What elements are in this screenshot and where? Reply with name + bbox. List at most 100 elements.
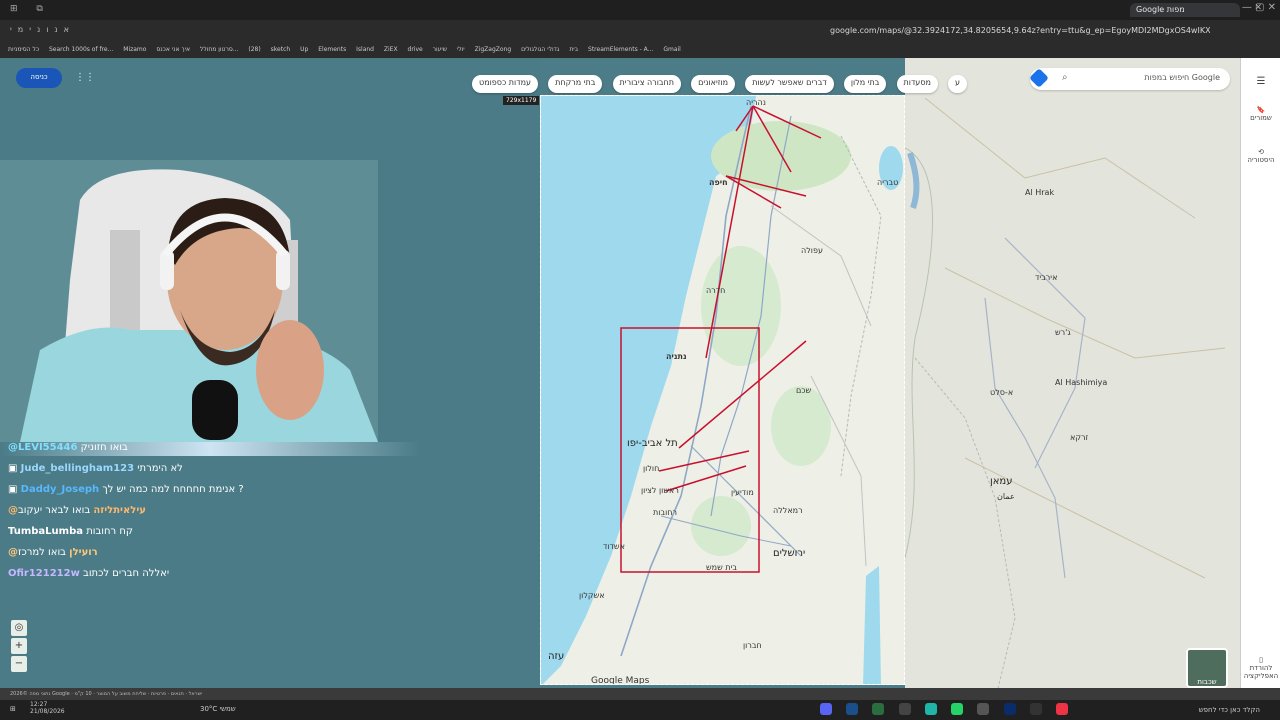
bookmark-item[interactable]: גדולי הגולגולים <box>521 46 559 53</box>
whatsapp-icon[interactable] <box>951 703 964 715</box>
chrome-icon[interactable] <box>1056 703 1069 715</box>
map-label-rehovot: רחובות <box>653 508 677 517</box>
url-field[interactable]: google.com/maps/@32.3924172,34.8205654,9… <box>830 26 1210 35</box>
bookmark-item[interactable]: Up <box>300 46 308 53</box>
map-label-ashdod: אשדוד <box>603 542 625 551</box>
get-app-label: להורדת האפליקציה <box>1243 664 1279 680</box>
map-label-as-salt: א-סלט <box>990 388 1014 397</box>
taskbar-search[interactable]: הקלד כאן כדי לחפש <box>1199 706 1260 714</box>
taskbar-apps <box>820 703 1080 717</box>
history-label: היסטוריה <box>1247 156 1275 164</box>
profile-icon[interactable]: אנונימי <box>10 25 75 34</box>
bookmark-icon: 🔖 <box>1256 106 1266 114</box>
apps-grid-icon[interactable]: ⋮⋮ <box>75 72 95 83</box>
map-label-amman-ar: عمان <box>997 492 1015 501</box>
window-controls[interactable]: — ▢ ✕ <box>1242 2 1276 13</box>
map-label-hadera: חדרה <box>706 286 726 295</box>
get-app-button[interactable]: ▯ להורדת האפליקציה <box>1241 656 1280 680</box>
chip-things-to-do[interactable]: דברים שאפשר לעשות <box>745 75 834 93</box>
map-label-jerusalem: ירושלים <box>773 548 806 559</box>
zoom-in-button[interactable]: + <box>11 638 27 654</box>
photoshop-icon[interactable] <box>1003 703 1016 715</box>
discord-icon[interactable] <box>820 703 832 715</box>
start-button[interactable]: ⊞ <box>10 705 16 713</box>
maps-viewport[interactable]: Al Hrak אירביד ג'רש א-סלט Al Hashimiya ז… <box>0 58 1280 701</box>
chip-hotels[interactable]: בתי מלון <box>843 75 887 93</box>
layers-button[interactable]: שכבות <box>1186 648 1228 688</box>
maps-side-panel: ☰ 🔖 שמורים ⟲ היסטוריה ▯ להורדת האפליקציה <box>1240 58 1280 701</box>
chat-text: בואו למרכז <box>18 547 66 558</box>
bookmark-item[interactable]: שיעור <box>433 46 447 53</box>
windows-taskbar: ⊞ 12:27 21/08/2026 30°C שמשי הקלד כאן כד… <box>0 700 1280 720</box>
chat-text: קח רחובות <box>86 526 133 537</box>
obs-icon[interactable] <box>1029 703 1042 715</box>
bookmark-item[interactable]: איך אני אכנס <box>156 46 190 53</box>
zoom-out-button[interactable]: − <box>11 656 27 672</box>
premiere-icon[interactable] <box>846 703 859 715</box>
chat-username: @LEVI55446 <box>8 442 78 453</box>
chip-back[interactable]: ע <box>948 75 968 93</box>
map-label-ramallah: רמאללה <box>773 506 803 515</box>
bookmark-item[interactable]: Island <box>356 46 374 53</box>
chip-museums[interactable]: מוזיאונים <box>691 75 736 93</box>
bookmark-item[interactable]: Mizamo <box>123 46 146 53</box>
map-label-irbid: אירביד <box>1035 273 1058 282</box>
chat-message: @LEVI55446 בואו חזוניק <box>8 442 128 453</box>
map-label-amman: עמאן <box>990 476 1013 487</box>
category-chips: עמדות כספומט בתי מרקחת תחבורה ציבורית מו… <box>472 70 972 93</box>
tab-google-maps[interactable]: Google מפות <box>1130 3 1240 17</box>
bookmarks-bar: כל הסימניות Search 1000s of fre... Mizam… <box>0 42 1280 58</box>
chat-username: Daddy_Joseph <box>20 484 100 495</box>
window-menu-icon[interactable]: ⊞ ⧉ <box>10 4 51 14</box>
bookmark-item[interactable]: sketch <box>271 46 291 53</box>
selection-size-tag: 729x1179 <box>503 96 540 105</box>
taskbar-clock: 12:27 21/08/2026 <box>30 701 65 715</box>
history-button[interactable]: ⟲ היסטוריה <box>1241 148 1280 164</box>
map-label-netanya: נתניה <box>666 352 687 361</box>
map-israel-region[interactable]: נהריה חיפה טבריה עפולה חדרה נתניה שכם תל… <box>540 95 905 685</box>
stream-chat: @LEVI55446 בואו חזוניק ▣ Jude_bellingham… <box>0 442 420 592</box>
bookmark-item[interactable]: ZigZagZong <box>475 46 512 53</box>
chip-transit[interactable]: תחבורה ציבורית <box>612 75 682 93</box>
browser-titlebar: ⊞ ⧉ + Google מפות ✕ — ▢ ✕ <box>0 0 1280 20</box>
saved-label: שמורים <box>1250 114 1272 122</box>
map-east-area[interactable]: Al Hrak אירביד ג'רש א-סלט Al Hashimiya ז… <box>905 58 1240 701</box>
bookmark-item[interactable]: drive <box>408 46 423 53</box>
maps-search-input[interactable]: חיפוש במפות Google <box>1030 68 1230 90</box>
weather-widget[interactable]: 30°C שמשי <box>200 705 236 713</box>
bookmark-item[interactable]: Gmail <box>663 46 681 53</box>
chat-text: אנימת חחחחח למה כמה יש לך ? <box>102 484 244 495</box>
my-location-button[interactable]: ◎ <box>11 620 27 636</box>
sign-in-button[interactable]: כניסה <box>16 68 62 88</box>
bookmark-all[interactable]: כל הסימניות <box>8 46 39 53</box>
map-footer: נתוני מפה ©2026 Google · ישראל · תנאים ·… <box>0 688 1280 700</box>
chat-message: @רועילן בואו למרכז <box>8 547 98 558</box>
bookmark-item[interactable]: ZiEX <box>384 46 398 53</box>
map-label-tiberias: טבריה <box>877 178 899 187</box>
settings-icon[interactable] <box>977 703 990 715</box>
map-label-al-hashimiya: Al Hashimiya <box>1055 378 1108 387</box>
terminal-icon[interactable] <box>872 703 885 715</box>
saved-button[interactable]: 🔖 שמורים <box>1241 106 1280 122</box>
chat-username: TumbaLumba <box>8 526 83 537</box>
bookmark-item[interactable]: StreamElements - A... <box>588 46 653 53</box>
map-label-gaza: עזה <box>548 651 565 662</box>
chip-atm[interactable]: עמדות כספומט <box>472 75 539 93</box>
bookmark-item[interactable]: (28) <box>248 46 260 53</box>
map-label-jerash: ג'רש <box>1055 328 1071 337</box>
chat-message: @עילאיתליזה בואו לבאר יעקוב <box>8 505 146 516</box>
map-label-beit-shemesh: בית שמש <box>706 563 737 572</box>
chat-text: יאללה חברים לכתוב <box>83 568 170 579</box>
bookmark-item[interactable]: בית <box>569 46 578 53</box>
bookmark-item[interactable]: Search 1000s of fre... <box>49 46 113 53</box>
bookmark-item[interactable]: יולי <box>457 46 465 53</box>
chip-pharmacies[interactable]: בתי מרקחת <box>548 75 603 93</box>
bookmark-item[interactable]: Elements <box>318 46 346 53</box>
bookmark-item[interactable]: סרטון מחולל... <box>200 46 239 53</box>
menu-icon[interactable]: ☰ <box>1241 76 1280 87</box>
app-icon[interactable] <box>924 703 937 715</box>
chip-restaurants[interactable]: מסעדות <box>896 75 938 93</box>
folder-icon[interactable] <box>898 703 911 715</box>
search-icon[interactable]: ⌕ <box>1062 72 1074 84</box>
map-label-haifa: חיפה <box>709 178 728 187</box>
